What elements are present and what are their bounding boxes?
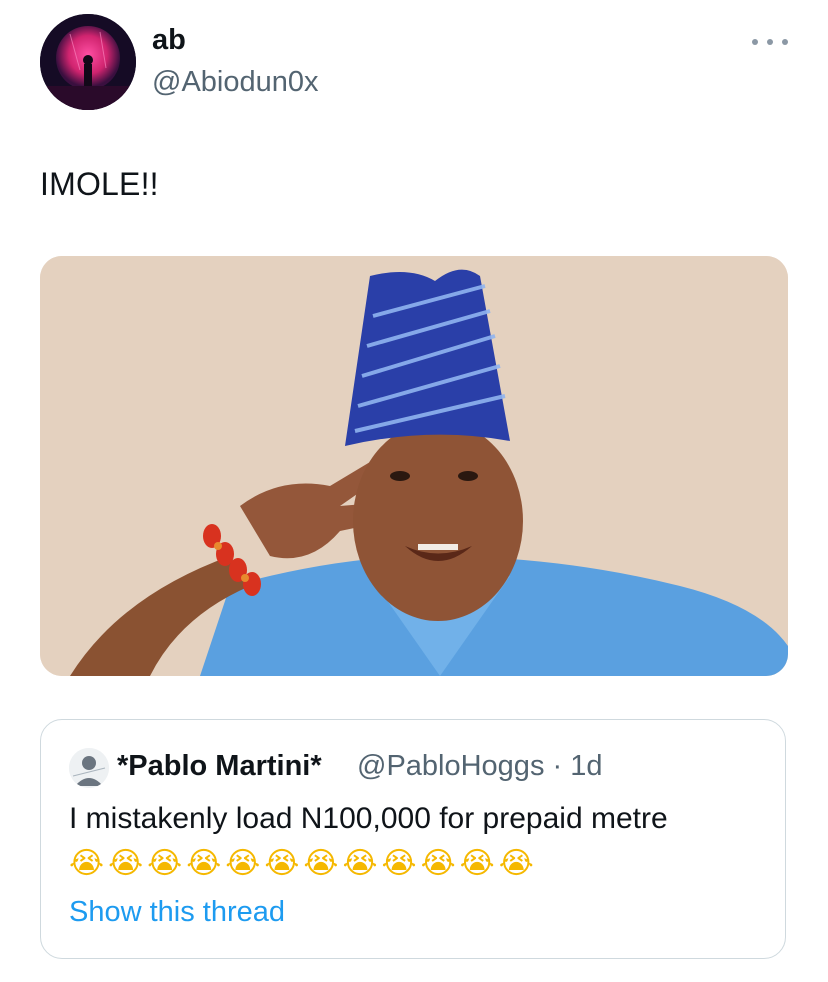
author-handle[interactable]: @Abiodun0x xyxy=(152,66,319,99)
crying-emoji: 😭 xyxy=(186,847,222,880)
crying-emoji: 😭 xyxy=(342,847,378,880)
crying-emoji: 😭 xyxy=(381,847,417,880)
author-avatar[interactable] xyxy=(40,14,136,110)
tweet-text: IMOLE!! xyxy=(40,166,159,202)
crying-emoji: 😭 xyxy=(498,847,534,880)
show-thread-link[interactable]: Show this thread xyxy=(69,896,285,929)
crying-emoji: 😭 xyxy=(108,847,144,880)
dot xyxy=(752,39,758,45)
dot xyxy=(767,39,773,45)
crying-emoji: 😭 xyxy=(459,847,495,880)
author-display-name[interactable]: ab xyxy=(152,24,186,57)
more-options-icon[interactable] xyxy=(752,30,788,54)
crying-emoji: 😭 xyxy=(225,847,261,880)
avatar-image xyxy=(40,14,136,110)
quoted-avatar-image xyxy=(69,748,109,788)
quoted-tweet-card[interactable]: *Pablo Martini* @PabloHoggs · 1d I mista… xyxy=(40,719,786,959)
quoted-author-avatar[interactable] xyxy=(69,748,109,788)
quoted-handle-time[interactable]: @PabloHoggs · 1d xyxy=(357,750,602,783)
photo-image xyxy=(40,256,788,676)
quoted-display-name[interactable]: *Pablo Martini* xyxy=(117,750,322,783)
dot xyxy=(782,39,788,45)
crying-emoji: 😭 xyxy=(303,847,339,880)
tweet-photo[interactable] xyxy=(40,256,788,676)
quoted-emoji-row: 😭 😭 😭 😭 😭 😭 😭 😭 😭 😭 😭 😭 xyxy=(69,846,534,882)
crying-emoji: 😭 xyxy=(69,847,105,880)
crying-emoji: 😭 xyxy=(264,847,300,880)
crying-emoji: 😭 xyxy=(420,847,456,880)
quoted-tweet-text: I mistakenly load N100,000 for prepaid m… xyxy=(69,802,668,835)
crying-emoji: 😭 xyxy=(147,847,183,880)
